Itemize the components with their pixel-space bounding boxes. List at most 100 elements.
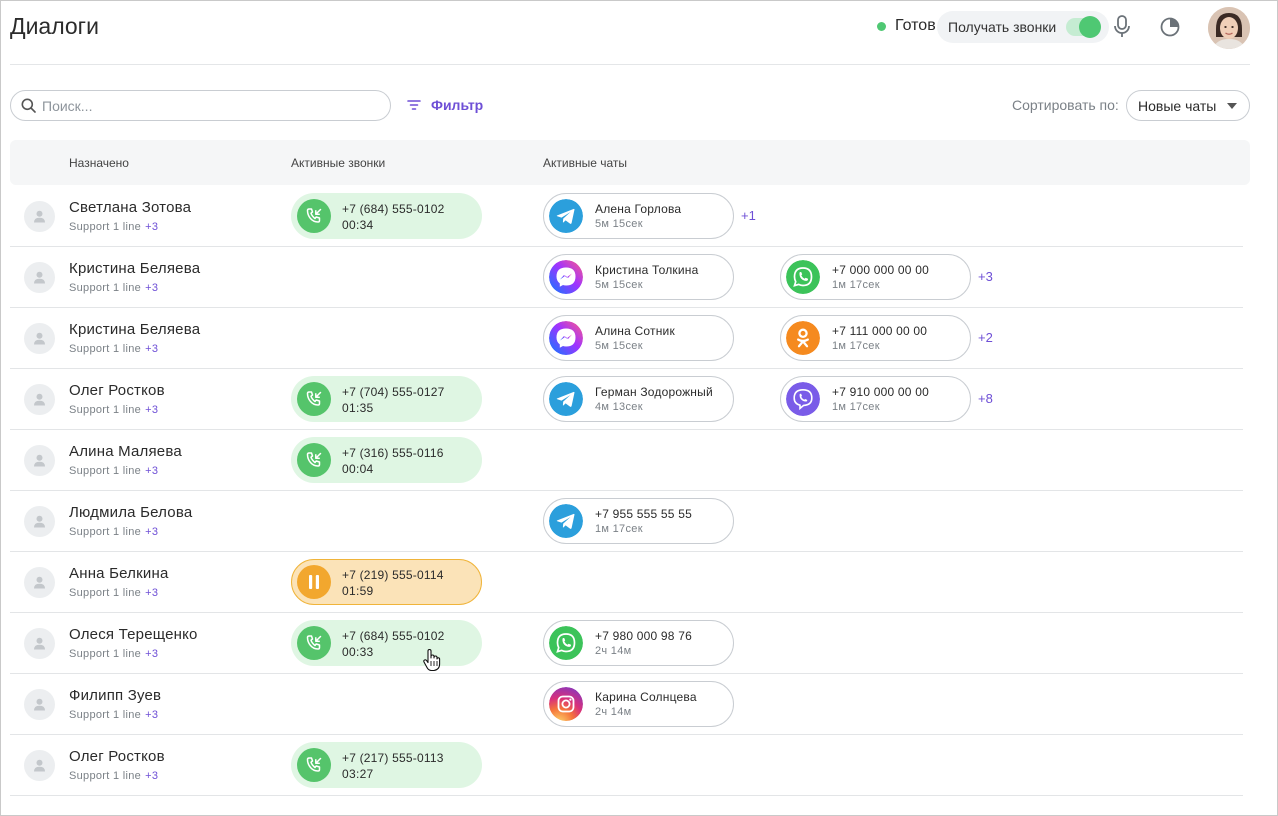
table-row: Светлана Зотова Support 1 line +3 +7 (684) … (10, 186, 1243, 247)
agent-name[interactable]: Кристина Беляева (69, 321, 200, 338)
incoming-call-icon[interactable] (297, 626, 331, 660)
active-chat-pill[interactable]: +7 955 555 55 55 1м 17сек (543, 498, 734, 544)
table-row: Олег Ростков Support 1 line +3 +7 (704) 555… (10, 369, 1243, 430)
agent-group: Support 1 line +3 (69, 343, 158, 355)
agent-group: Support 1 line +3 (69, 221, 158, 233)
more-chats-count[interactable]: +3 (978, 269, 993, 284)
agent-name[interactable]: Олег Ростков (69, 748, 165, 765)
active-chat-pill[interactable]: Алина Сотник 5м 15сек (543, 315, 734, 361)
chat-duration: 2ч 14м (595, 645, 632, 657)
hand-cursor-icon (423, 648, 441, 672)
telegram-icon (549, 382, 583, 416)
receive-calls-toggle[interactable] (1066, 16, 1101, 38)
call-duration: 03:27 (342, 767, 374, 781)
agent-group-name: Support 1 line (69, 282, 142, 294)
agent-group-more[interactable]: +3 (145, 404, 158, 416)
avatar-icon (24, 201, 55, 232)
active-chat-pill[interactable]: Герман Зодорожный 4м 13сек (543, 376, 734, 422)
agent-name[interactable]: Анна Белкина (69, 565, 169, 582)
agent-name[interactable]: Алина Маляева (69, 443, 182, 460)
odnoklassniki-icon (786, 321, 820, 355)
agent-group-more[interactable]: +3 (145, 282, 158, 294)
viber-icon (786, 382, 820, 416)
active-chat-pill[interactable]: +7 980 000 98 76 2ч 14м (543, 620, 734, 666)
avatar-icon (24, 445, 55, 476)
avatar-icon (24, 628, 55, 659)
microphone-icon[interactable] (1112, 15, 1132, 39)
messenger-icon (549, 260, 583, 294)
active-call-pill[interactable]: +7 (704) 555-0127 01:35 (291, 376, 482, 422)
sort-select[interactable]: Новые чаты (1126, 90, 1250, 121)
agent-group-name: Support 1 line (69, 587, 142, 599)
call-number: +7 (684) 555-0102 (342, 629, 445, 643)
chat-duration: 1м 17сек (832, 279, 880, 291)
sort-label: Сортировать по: (1012, 97, 1119, 113)
active-chat-pill[interactable]: Карина Солнцева 2ч 14м (543, 681, 734, 727)
agent-name[interactable]: Олеся Терещенко (69, 626, 198, 643)
chat-duration: 1м 17сек (595, 523, 643, 535)
chat-contact: Кристина Толкина (595, 263, 699, 277)
more-chats-count[interactable]: +2 (978, 330, 993, 345)
header-divider (10, 64, 1250, 65)
agent-name[interactable]: Кристина Беляева (69, 260, 200, 277)
active-call-pill[interactable]: +7 (684) 555-0102 00:34 (291, 193, 482, 239)
agent-group: Support 1 line +3 (69, 587, 158, 599)
agent-group-more[interactable]: +3 (145, 526, 158, 538)
active-chat-pill[interactable]: Кристина Толкина 5м 15сек (543, 254, 734, 300)
pause-icon[interactable] (297, 565, 331, 599)
chat-duration: 5м 15сек (595, 279, 643, 291)
search-input[interactable] (42, 97, 372, 114)
active-chat-pill[interactable]: Алена Горлова 5м 15сек (543, 193, 734, 239)
chat-duration: 5м 15сек (595, 218, 643, 230)
agent-name[interactable]: Олег Ростков (69, 382, 165, 399)
user-avatar-image (1208, 7, 1250, 49)
agent-group-name: Support 1 line (69, 404, 142, 416)
agent-group-more[interactable]: +3 (145, 587, 158, 599)
agent-group-more[interactable]: +3 (145, 221, 158, 233)
agent-group-more[interactable]: +3 (145, 465, 158, 477)
agent-group: Support 1 line +3 (69, 465, 158, 477)
active-call-pill[interactable]: +7 (219) 555-0114 01:59 (291, 559, 482, 605)
agent-group-more[interactable]: +3 (145, 343, 158, 355)
incoming-call-icon[interactable] (297, 199, 331, 233)
pie-chart-icon[interactable] (1159, 16, 1181, 38)
agent-group-name: Support 1 line (69, 343, 142, 355)
active-call-pill[interactable]: +7 (316) 555-0116 00:04 (291, 437, 482, 483)
more-chats-count[interactable]: +8 (978, 391, 993, 406)
incoming-call-icon[interactable] (297, 748, 331, 782)
active-chat-pill[interactable]: +7 910 000 00 00 1м 17сек (780, 376, 971, 422)
active-chat-pill[interactable]: +7 000 000 00 00 1м 17сек (780, 254, 971, 300)
active-chat-pill[interactable]: +7 111 000 00 00 1м 17сек (780, 315, 971, 361)
more-chats-count[interactable]: +1 (741, 208, 756, 223)
call-number: +7 (217) 555-0113 (342, 751, 444, 765)
avatar-icon (24, 750, 55, 781)
agent-group-more[interactable]: +3 (145, 648, 158, 660)
agent-name[interactable]: Филипп Зуев (69, 687, 161, 704)
table-row: Кристина Беляева Support 1 line +3 Кристина… (10, 247, 1243, 308)
column-header-calls: Активные звонки (291, 156, 386, 170)
call-duration: 01:59 (342, 584, 374, 598)
active-call-pill[interactable]: +7 (217) 555-0113 03:27 (291, 742, 482, 788)
operator-status[interactable]: Готов (877, 17, 936, 35)
chat-contact: Алена Горлова (595, 202, 682, 216)
filter-button[interactable]: Фильтр (407, 97, 483, 113)
agent-name[interactable]: Людмила Белова (69, 504, 192, 521)
search-box[interactable] (10, 90, 391, 121)
user-avatar[interactable] (1208, 7, 1250, 49)
agent-group-name: Support 1 line (69, 770, 142, 782)
incoming-call-icon[interactable] (297, 443, 331, 477)
incoming-call-icon[interactable] (297, 382, 331, 416)
search-icon (21, 98, 36, 113)
agent-group: Support 1 line +3 (69, 282, 158, 294)
agent-group-more[interactable]: +3 (145, 709, 158, 721)
chat-contact: Алина Сотник (595, 324, 675, 338)
receive-calls-control[interactable]: Получать звонки (937, 11, 1109, 43)
chat-contact: +7 111 000 00 00 (832, 324, 928, 338)
call-duration: 00:34 (342, 218, 374, 232)
agent-group: Support 1 line +3 (69, 526, 158, 538)
active-call-pill[interactable]: +7 (684) 555-0102 00:33 (291, 620, 482, 666)
agent-group-more[interactable]: +3 (145, 770, 158, 782)
call-number: +7 (316) 555-0116 (342, 446, 444, 460)
agent-name[interactable]: Светлана Зотова (69, 199, 191, 216)
avatar-icon (24, 384, 55, 415)
